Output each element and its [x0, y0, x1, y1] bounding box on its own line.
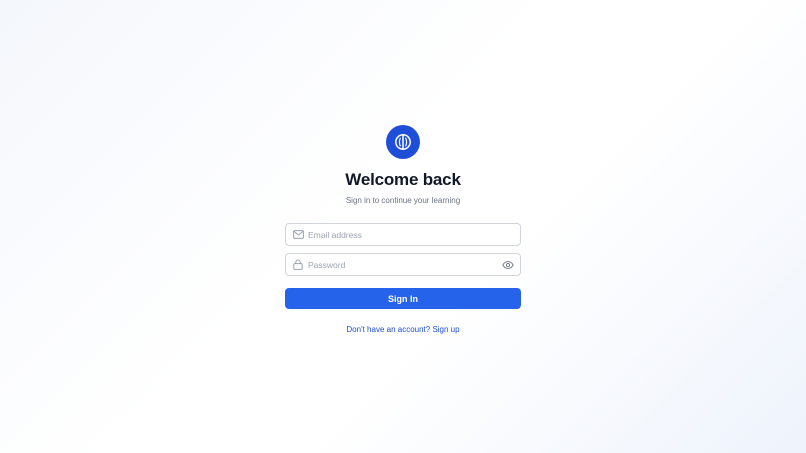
signup-prompt: Don't have an account? Sign up: [285, 324, 521, 336]
page-title: Welcome back: [345, 170, 461, 189]
sign-in-button[interactable]: Sign In: [285, 288, 521, 309]
brain-icon: [393, 132, 413, 152]
password-field[interactable]: [285, 253, 521, 276]
login-card: Welcome back Sign in to continue your le…: [285, 125, 521, 336]
password-input[interactable]: [308, 259, 502, 270]
mail-icon: [292, 229, 304, 241]
brand-logo: [386, 125, 420, 159]
page-subtitle: Sign in to continue your learning: [345, 196, 461, 205]
email-field[interactable]: [285, 223, 521, 246]
eye-icon[interactable]: [502, 259, 514, 271]
email-input[interactable]: [308, 229, 514, 240]
sign-up-link[interactable]: Don't have an account? Sign up: [346, 325, 459, 334]
lock-icon: [292, 259, 304, 271]
